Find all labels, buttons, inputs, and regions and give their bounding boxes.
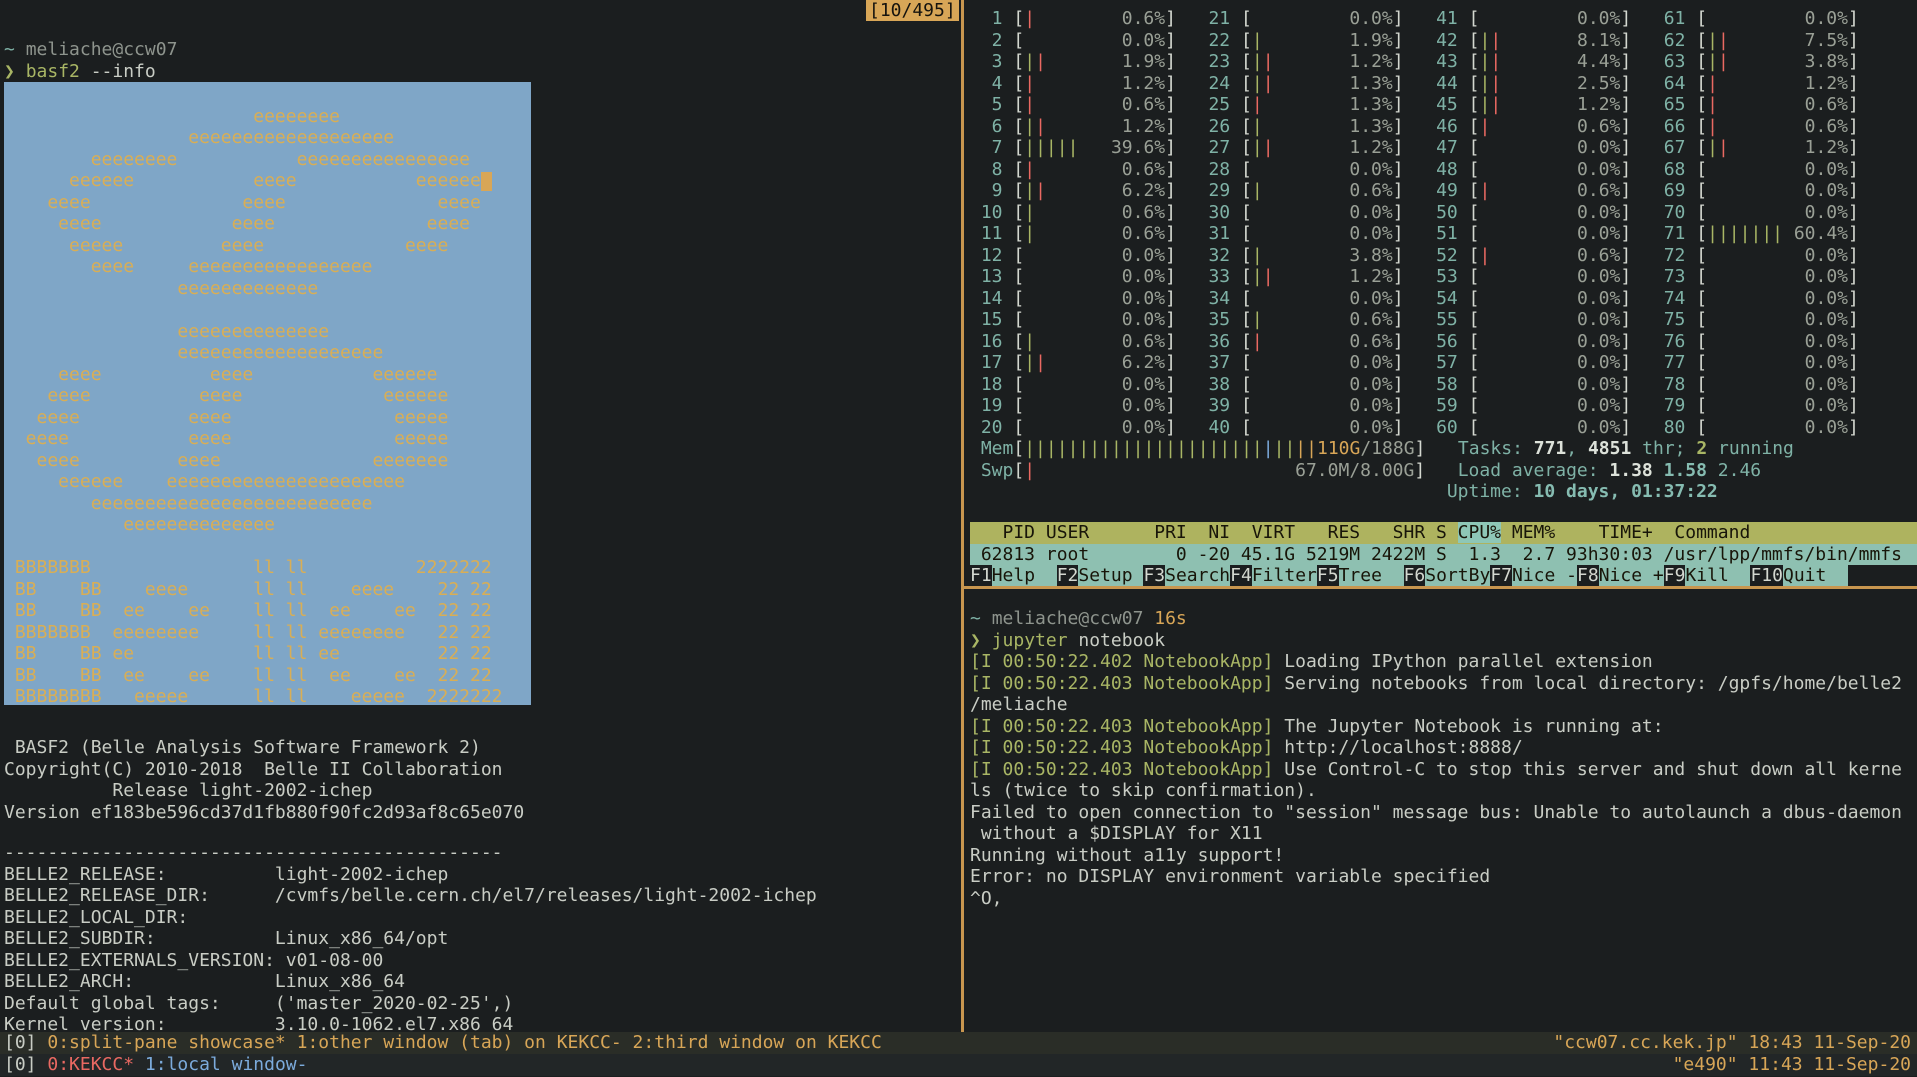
status-bar-inner[interactable]: [0] 0:KEKCC* 1:local window- "e490" 11:4… xyxy=(0,1054,1917,1076)
window-list-inner[interactable]: [0] 0:KEKCC* 1:local window- xyxy=(4,1054,307,1076)
fkey-label-sortby[interactable]: SortBy xyxy=(1425,565,1490,586)
fkey-label-nice -[interactable]: Nice - xyxy=(1512,565,1577,586)
fkey-f2[interactable]: F2 xyxy=(1057,565,1079,586)
shell-prompt-line: ~ meliache@ccw07 xyxy=(4,39,958,61)
fkey-label-setup[interactable]: Setup xyxy=(1078,565,1143,586)
block-cursor xyxy=(481,172,492,191)
header-sort-column-cpu[interactable]: CPU% xyxy=(1458,522,1501,543)
header-columns-left: PID USER PRI NI VIRT RES SHR S xyxy=(970,522,1458,543)
belle2-ascii-logo: eeeeeeee eeeeeeeeeeeeeeeeeee eeeeeeee ee… xyxy=(4,84,531,705)
fkey-f7[interactable]: F7 xyxy=(1490,565,1512,586)
basf2-version-info: BASF2 (Belle Analysis Software Framework… xyxy=(4,737,958,823)
uptime-line: Uptime: 10 days, 01:37:22 xyxy=(970,481,1917,503)
process-row-text: 62813 root 0 -20 45.1G 5219M 2422M S 1.3… xyxy=(970,544,1902,565)
belle2-logo-box: eeeeeeee eeeeeeeeeeeeeeeeeee eeeeeeee ee… xyxy=(4,82,531,705)
fkey-label-help[interactable]: Help xyxy=(992,565,1057,586)
fkey-f10[interactable]: F10 xyxy=(1750,565,1783,586)
fkey-label-nice +[interactable]: Nice + xyxy=(1599,565,1664,586)
terminal-window: ~ meliache@ccw07 ❯ basf2 --info eeeeeeee… xyxy=(0,0,1917,1077)
pane-basf2[interactable]: ~ meliache@ccw07 ❯ basf2 --info eeeeeeee… xyxy=(0,0,958,1032)
pane-divider-vertical[interactable] xyxy=(961,0,964,1032)
fkey-label-quit[interactable]: Quit xyxy=(1783,565,1848,586)
fkey-f4[interactable]: F4 xyxy=(1230,565,1252,586)
memory-meter: Mem[|||||||||||||||||||||||||||110G/188G… xyxy=(970,438,1917,460)
fkey-label-kill[interactable]: Kill xyxy=(1685,565,1750,586)
belle2-environment-list: ----------------------------------------… xyxy=(4,842,958,1032)
window-list-outer[interactable]: [0] 0:split-pane showcase* 1:other windo… xyxy=(4,1032,882,1054)
fkey-f9[interactable]: F9 xyxy=(1664,565,1686,586)
swap-meter: Swp[| 67.0M/8.00G] Load average: 1.38 1.… xyxy=(970,460,1917,482)
pane-index-badge: [10/495] xyxy=(866,0,959,21)
fkey-label-search[interactable]: Search xyxy=(1165,565,1230,586)
process-table-header[interactable]: PID USER PRI NI VIRT RES SHR S CPU% MEM%… xyxy=(970,522,1917,544)
status-host-clock-inner: "e490" 11:43 11-Sep-20 xyxy=(1673,1054,1911,1076)
status-bar-outer[interactable]: [0] 0:split-pane showcase* 1:other windo… xyxy=(0,1032,1917,1054)
fkey-label-tree[interactable]: Tree xyxy=(1339,565,1404,586)
fkey-f6[interactable]: F6 xyxy=(1404,565,1426,586)
cpu-meter-grid: 1 [| 0.6%] 21 [ 0.0%] 41 [ 0.0%] 61 [ 0.… xyxy=(970,8,1917,503)
fkey-bar: F1Help F2Setup F3SearchF4FilterF5Tree F6… xyxy=(970,565,1917,586)
fkey-label-filter[interactable]: Filter xyxy=(1252,565,1317,586)
status-host-clock-outer: "ccw07.cc.kek.jp" 18:43 11-Sep-20 xyxy=(1553,1032,1911,1054)
fkey-f3[interactable]: F3 xyxy=(1143,565,1165,586)
pane-divider-horizontal[interactable] xyxy=(961,586,1917,589)
pane-htop[interactable]: 1 [| 0.6%] 21 [ 0.0%] 41 [ 0.0%] 61 [ 0.… xyxy=(970,0,1917,586)
fkey-f5[interactable]: F5 xyxy=(1317,565,1339,586)
process-row[interactable]: 62813 root 0 -20 45.1G 5219M 2422M S 1.3… xyxy=(970,544,1917,566)
fkey-f8[interactable]: F8 xyxy=(1577,565,1599,586)
pane-jupyter[interactable]: ~ meliache@ccw07 16s❯ jupyter notebook[I… xyxy=(970,590,1917,1032)
command-basf2-info: ❯ basf2 --info xyxy=(4,61,958,83)
fkey-f1[interactable]: F1 xyxy=(970,565,992,586)
header-columns-right: MEM% TIME+ Command xyxy=(1501,522,1750,543)
